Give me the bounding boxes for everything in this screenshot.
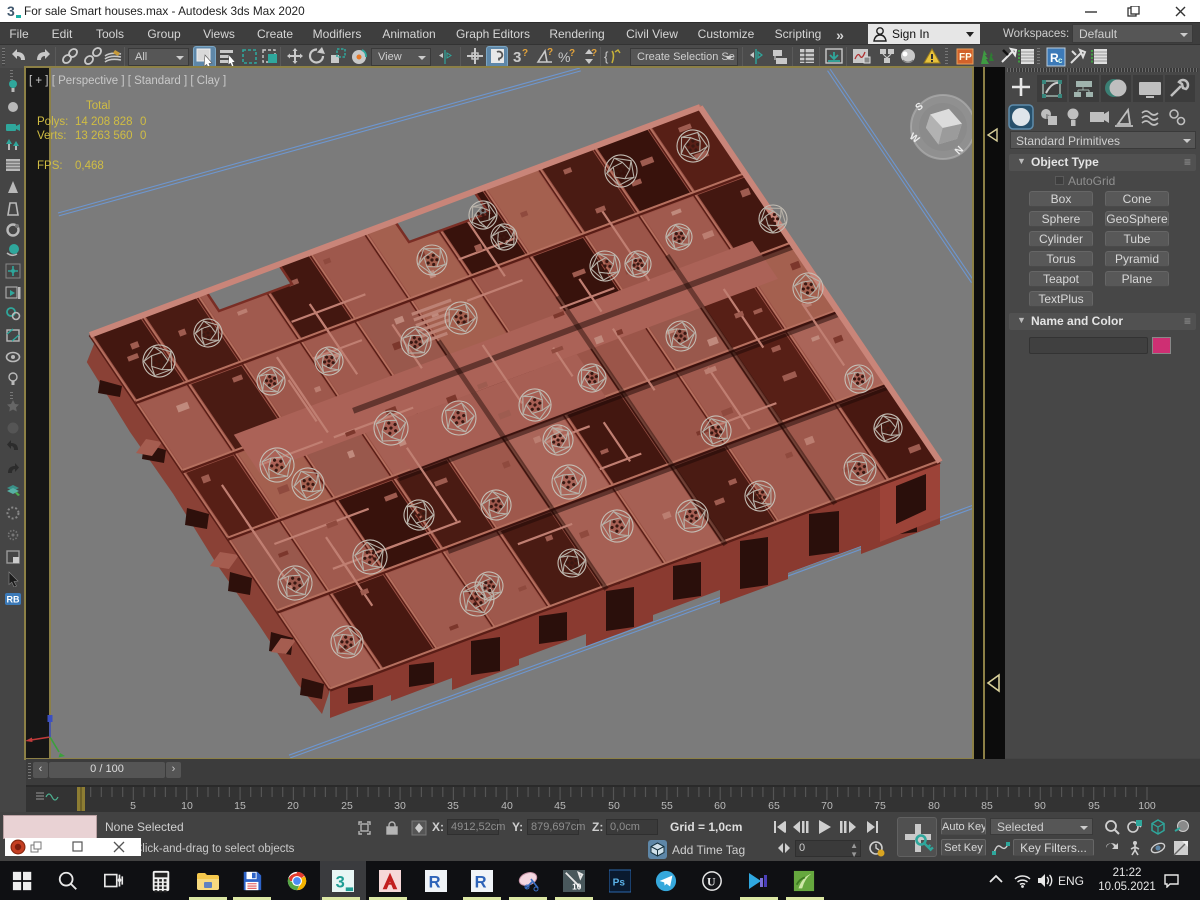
svg-text:100: 100 bbox=[1138, 800, 1156, 812]
svg-text:RB: RB bbox=[7, 595, 20, 605]
svg-text:R: R bbox=[475, 873, 487, 891]
svg-text:3: 3 bbox=[513, 49, 521, 66]
svg-text:45: 45 bbox=[554, 800, 566, 812]
svg-text:Total: Total bbox=[86, 100, 110, 112]
svg-text:[ + ] [ Perspective ] [ Standa: [ + ] [ Perspective ] [ Standard ] [ Cla… bbox=[29, 75, 226, 87]
svg-text:10: 10 bbox=[181, 800, 193, 812]
svg-text:35: 35 bbox=[447, 800, 459, 812]
svg-text:75: 75 bbox=[874, 800, 886, 812]
svg-text:?: ? bbox=[569, 48, 575, 59]
svg-text:20: 20 bbox=[287, 800, 299, 812]
svg-text:40: 40 bbox=[501, 800, 513, 812]
svg-text:?: ? bbox=[547, 47, 553, 58]
svg-text:R: R bbox=[429, 873, 441, 891]
svg-text:65: 65 bbox=[768, 800, 780, 812]
svg-text:?: ? bbox=[591, 48, 597, 59]
svg-text:0,468: 0,468 bbox=[75, 160, 104, 172]
svg-text:85: 85 bbox=[981, 800, 993, 812]
svg-text:30: 30 bbox=[394, 800, 406, 812]
svg-text:15: 15 bbox=[234, 800, 246, 812]
svg-text:FP: FP bbox=[959, 52, 972, 63]
svg-text:95: 95 bbox=[1088, 800, 1100, 812]
svg-text:80: 80 bbox=[928, 800, 940, 812]
svg-text:Verts:: Verts: bbox=[37, 130, 66, 142]
svg-text:3: 3 bbox=[7, 3, 15, 19]
svg-text:13 263 560: 13 263 560 bbox=[75, 130, 133, 142]
svg-text:U: U bbox=[707, 875, 716, 889]
svg-text:5: 5 bbox=[130, 800, 136, 812]
svg-text:3: 3 bbox=[336, 873, 345, 891]
svg-text:90: 90 bbox=[1034, 800, 1046, 812]
svg-text:55: 55 bbox=[661, 800, 673, 812]
svg-text:10: 10 bbox=[572, 882, 582, 891]
svg-text:14 208 828: 14 208 828 bbox=[75, 116, 133, 128]
svg-text:0: 0 bbox=[140, 116, 146, 128]
svg-text:60: 60 bbox=[714, 800, 726, 812]
svg-text:0: 0 bbox=[140, 130, 146, 142]
svg-text:70: 70 bbox=[821, 800, 833, 812]
svg-text:50: 50 bbox=[608, 800, 620, 812]
svg-text:25: 25 bbox=[341, 800, 353, 812]
svg-text:?: ? bbox=[522, 48, 528, 59]
svg-text:FPS:: FPS: bbox=[37, 160, 63, 172]
svg-text:Ps: Ps bbox=[613, 878, 626, 889]
svg-text:c: c bbox=[1058, 56, 1063, 65]
svg-text:{: { bbox=[604, 49, 609, 64]
svg-text:Polys:: Polys: bbox=[37, 116, 68, 128]
